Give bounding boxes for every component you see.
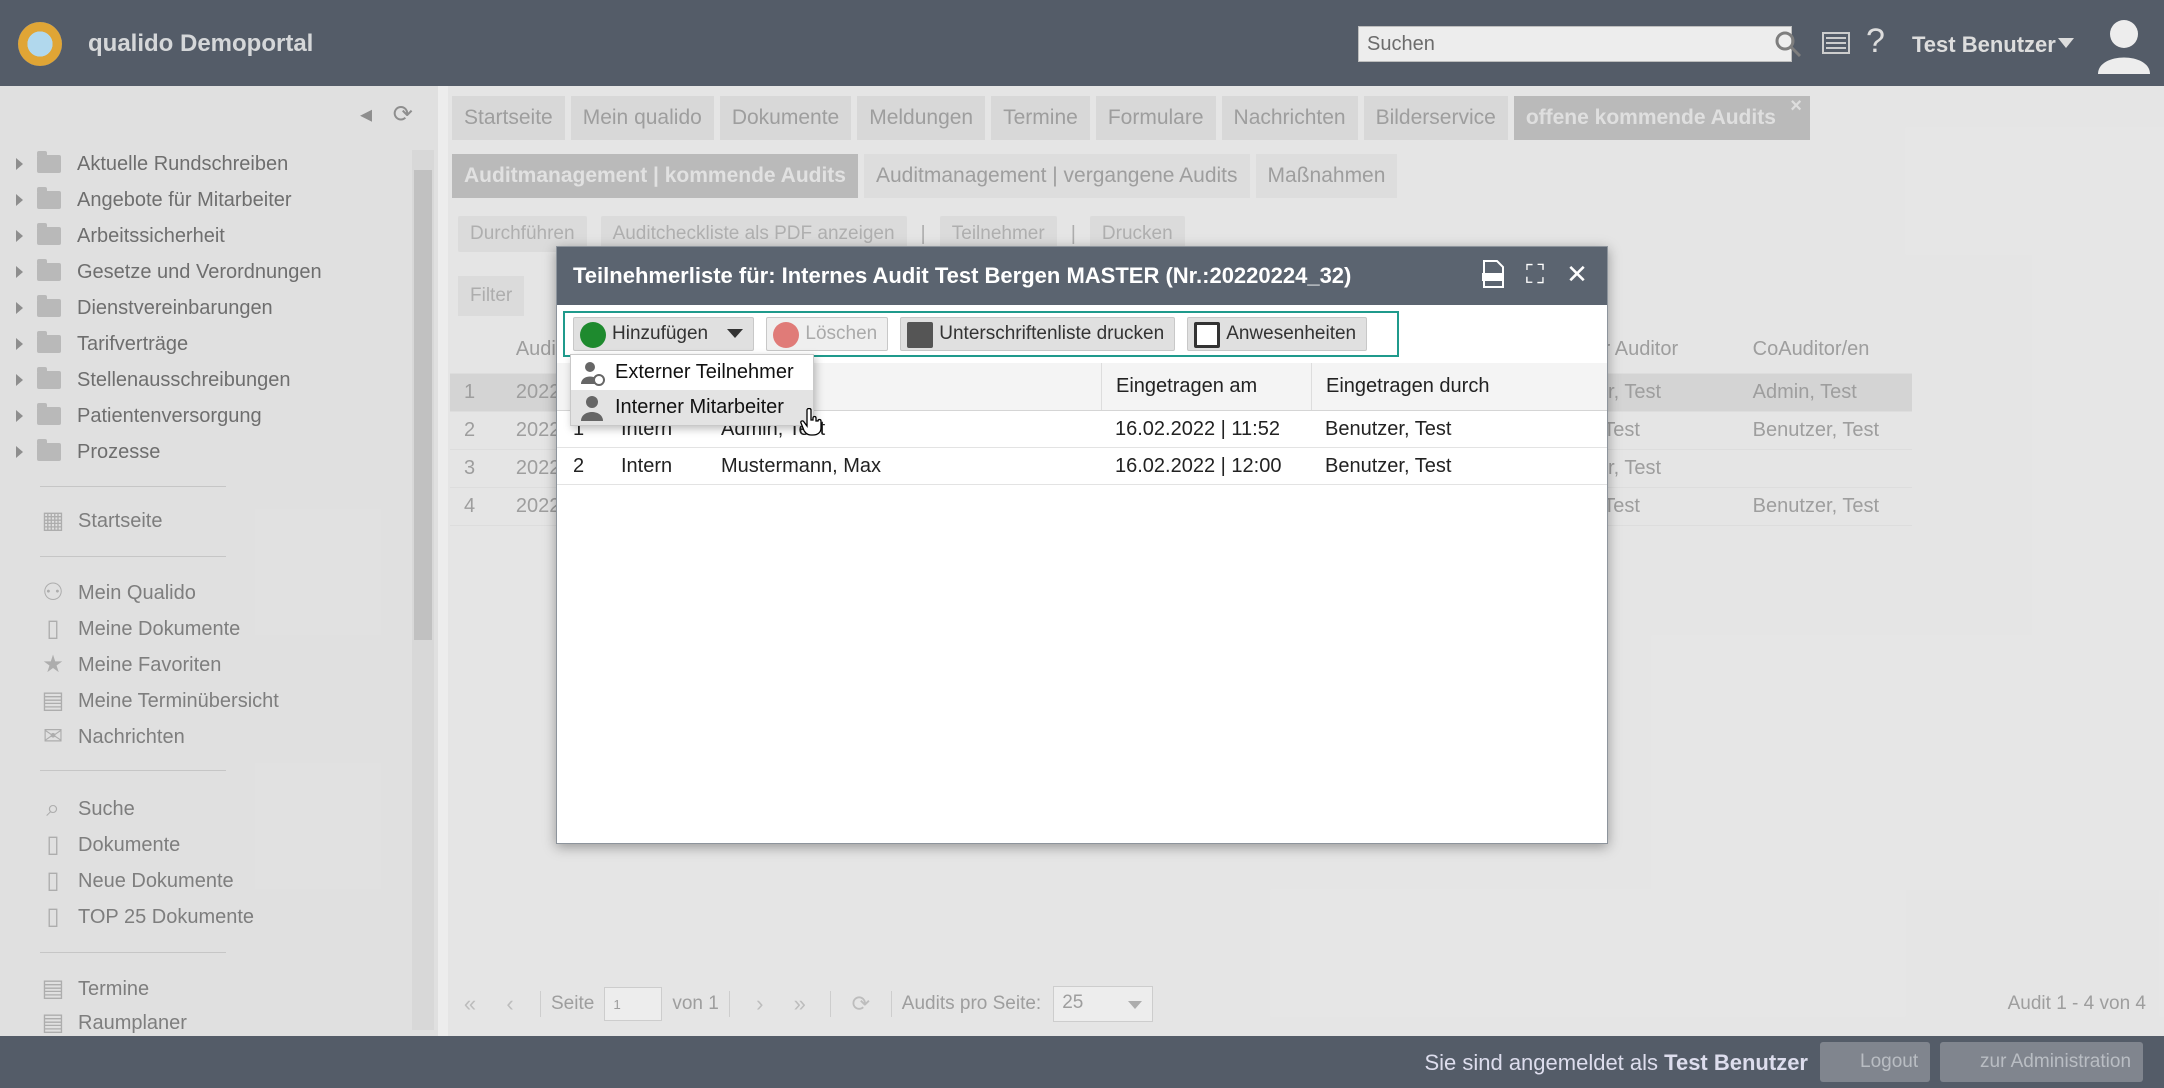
dialog-toolbar: Hinzufügen Löschen Unterschriftenliste d…	[563, 311, 1399, 357]
cell-by: Benutzer, Test	[1325, 417, 1452, 440]
xlsx-export-icon[interactable]	[1479, 259, 1507, 289]
printer-icon	[907, 322, 934, 348]
plus-circle-icon	[580, 322, 606, 348]
delete-participant-button[interactable]: Löschen	[766, 317, 889, 351]
cell-by: Benutzer, Test	[1325, 454, 1452, 477]
minus-circle-icon	[773, 322, 800, 348]
user-icon	[581, 395, 603, 421]
maximize-icon[interactable]: ⛶	[1521, 259, 1549, 289]
add-participant-button[interactable]: Hinzufügen	[573, 317, 755, 351]
participant-list-dialog: Teilnehmerliste für: Internes Audit Test…	[556, 246, 1608, 844]
close-icon[interactable]: ✕	[1563, 259, 1591, 289]
cell-type: Intern	[621, 454, 673, 477]
dialog-header-icons: ⛶ ✕	[1479, 259, 1591, 289]
menu-item-external-participant[interactable]: Externer Teilnehmer	[571, 355, 813, 390]
menu-item-label: Externer Teilnehmer	[615, 361, 794, 383]
menu-item-label: Interner Mitarbeiter	[615, 396, 784, 418]
column-header-by[interactable]: Eingetragen durch	[1311, 363, 1607, 410]
cell-date: 16.02.2022 | 11:52	[1115, 417, 1280, 440]
row-number: 2	[573, 454, 585, 477]
print-signature-list-button[interactable]: Unterschriftenliste drucken	[900, 317, 1176, 351]
menu-item-internal-employee[interactable]: Interner Mitarbeiter	[571, 390, 813, 425]
column-header-date[interactable]: Eingetragen am	[1101, 363, 1311, 410]
table-row[interactable]: 2 Intern Mustermann, Max 16.02.2022 | 12…	[557, 448, 1607, 485]
delete-label: Löschen	[805, 323, 878, 344]
cell-name: Mustermann, Max	[721, 454, 882, 477]
chevron-down-icon	[727, 329, 744, 339]
dialog-header: Teilnehmerliste für: Internes Audit Test…	[557, 247, 1607, 305]
dialog-title: Teilnehmerliste für: Internes Audit Test…	[573, 263, 1352, 288]
print-label: Unterschriftenliste drucken	[939, 323, 1165, 344]
attendance-button[interactable]: Anwesenheiten	[1187, 317, 1368, 351]
add-participant-menu: Externer Teilnehmer Interner Mitarbeiter	[570, 354, 814, 426]
add-label: Hinzufügen	[612, 323, 709, 344]
cell-date: 16.02.2022 | 12:00	[1115, 454, 1282, 477]
external-user-icon	[581, 361, 605, 386]
hand-cursor-icon	[800, 408, 822, 436]
attendance-label: Anwesenheiten	[1226, 323, 1357, 344]
checkbox-icon	[1194, 322, 1221, 348]
